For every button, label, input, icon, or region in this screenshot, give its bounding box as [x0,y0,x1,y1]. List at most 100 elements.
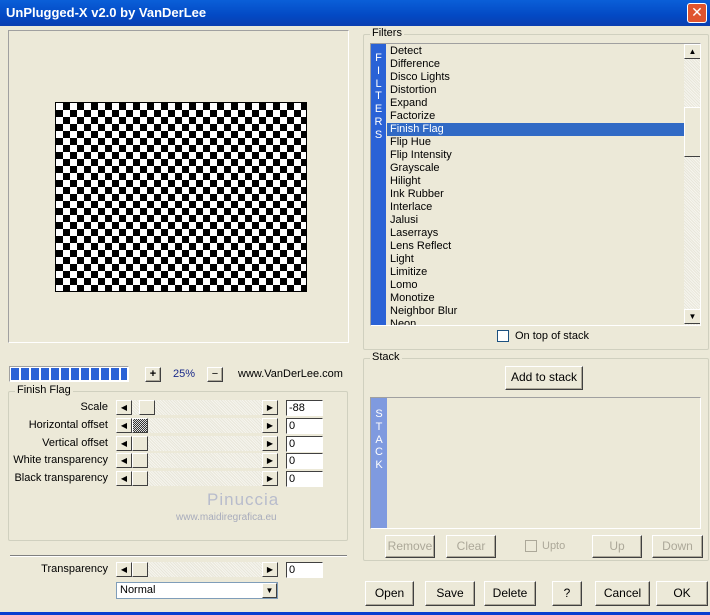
filter-item[interactable]: Finish Flag [387,123,684,136]
help-button[interactable]: ? [552,581,582,606]
slider-thumb[interactable] [132,562,148,577]
slider-label: Scale [80,401,108,413]
slider-right-arrow-icon[interactable]: ▶ [262,417,278,433]
open-button[interactable]: Open [365,581,414,606]
up-button[interactable]: Up [592,535,642,558]
filter-item[interactable]: Factorize [387,110,684,123]
slider-track[interactable] [132,400,262,415]
slider-left-arrow-icon[interactable]: ◀ [116,417,132,433]
scroll-down-icon[interactable]: ▼ [684,309,700,324]
transparency-right-arrow-icon[interactable]: ▶ [262,562,278,577]
down-button[interactable]: Down [652,535,703,558]
strip-letter: E [374,103,383,116]
slider-value-input[interactable]: 0 [286,435,323,452]
slider-value-input[interactable]: -88 [286,400,323,416]
scroll-thumb[interactable] [684,107,700,157]
blend-mode-select[interactable]: Normal ▼ [116,582,278,599]
slider-label: Vertical offset [42,436,108,449]
filters-scrollbar[interactable]: ▲ ▼ [684,44,700,325]
slider-value-input[interactable]: 0 [286,417,323,434]
strip-letter: A [375,433,383,446]
slider-thumb[interactable] [132,471,148,487]
filters-strip: FILTERS [371,44,386,325]
transparency-left-arrow-icon[interactable]: ◀ [116,562,132,577]
strip-letter: T [375,420,383,433]
window-title: UnPlugged-X v2.0 by VanDerLee [6,5,207,20]
slider-right-arrow-icon[interactable]: ▶ [262,435,278,451]
close-icon[interactable]: ✕ [687,3,707,23]
slider-thumb[interactable] [138,400,155,415]
filter-item[interactable]: Grayscale [387,162,684,175]
scroll-up-icon[interactable]: ▲ [684,44,700,59]
slider-right-arrow-icon[interactable]: ▶ [262,453,278,469]
filter-item[interactable]: Difference [387,58,684,71]
clear-button[interactable]: Clear [446,535,496,558]
stack-strip: STACK [371,398,387,528]
slider-thumb[interactable] [132,417,148,433]
filter-item[interactable]: Detect [387,45,684,58]
filter-item[interactable]: Interlace [387,201,684,214]
filter-item[interactable]: Ink Rubber [387,188,684,201]
zoom-out-button[interactable]: − [207,367,223,382]
slider-thumb[interactable] [132,435,148,451]
slider-left-arrow-icon[interactable]: ◀ [116,453,132,469]
slider-label: White transparency [13,454,108,467]
filter-item[interactable]: Flip Intensity [387,149,684,162]
stack-title: Stack [370,351,402,363]
filters-list[interactable]: FILTERS Detect Difference Disco Lights Dist… [370,43,701,326]
filter-item[interactable]: Neon [387,318,684,325]
slider-thumb[interactable] [132,453,148,469]
slider-value-input[interactable]: 0 [286,471,323,488]
slider-right-arrow-icon[interactable]: ▶ [262,400,278,415]
slider-track[interactable] [132,435,262,451]
slider-track[interactable] [132,417,262,433]
zoom-in-button[interactable]: + [145,367,161,382]
filter-item[interactable]: Light [387,253,684,266]
filter-item[interactable]: Monotize [387,292,684,305]
filter-item[interactable]: Lens Reflect [387,240,684,253]
filter-item[interactable]: Laserrays [387,227,684,240]
strip-letter: R [374,115,383,128]
watermark-url: www.maidiregrafica.eu [176,512,277,523]
filter-item[interactable]: Lomo [387,279,684,292]
delete-button[interactable]: Delete [484,581,536,606]
filter-item[interactable]: Limitize [387,266,684,279]
on-top-checkbox[interactable] [497,330,509,342]
filter-item[interactable]: Expand [387,97,684,110]
zoom-level: 25% [172,368,196,380]
transparency-slider[interactable] [132,562,262,577]
filter-item[interactable]: Distortion [387,84,684,97]
slider-track[interactable] [132,453,262,469]
strip-letter: S [374,128,383,141]
upto-checkbox[interactable] [525,540,537,552]
ok-button[interactable]: OK [656,581,708,606]
strip-letter: I [376,64,381,77]
save-button[interactable]: Save [425,581,475,606]
on-top-label[interactable]: On top of stack [515,330,589,342]
add-to-stack-button[interactable]: Add to stack [505,366,583,390]
filter-item[interactable]: Disco Lights [387,71,684,84]
slider-right-arrow-icon[interactable]: ▶ [262,471,278,487]
slider-left-arrow-icon[interactable]: ◀ [116,435,132,451]
slider-left-arrow-icon[interactable]: ◀ [116,400,132,415]
filter-item[interactable]: Hilight [387,175,684,188]
filter-item[interactable]: Neighbor Blur [387,305,684,318]
cancel-button[interactable]: Cancel [595,581,650,606]
slider-track[interactable] [132,471,262,487]
chevron-down-icon[interactable]: ▼ [262,583,277,598]
stack-list[interactable]: STACK [370,397,701,529]
transparency-input[interactable]: 0 [286,562,323,578]
filter-item[interactable]: Jalusi [387,214,684,227]
slider-label: Horizontal offset [28,418,108,431]
filter-item[interactable]: Flip Hue [387,136,684,149]
blend-mode-value: Normal [120,584,156,596]
strip-letter: F [375,52,382,64]
slider-left-arrow-icon[interactable]: ◀ [116,471,132,487]
slider-value-input[interactable]: 0 [286,453,323,470]
vanderlee-link[interactable]: www.VanDerLee.com [238,368,343,380]
upto-label[interactable]: Upto [542,540,565,552]
remove-button[interactable]: Remove [385,535,435,558]
strip-letter: T [375,90,382,103]
preview-area[interactable] [8,30,349,343]
progress-bar [9,366,129,382]
